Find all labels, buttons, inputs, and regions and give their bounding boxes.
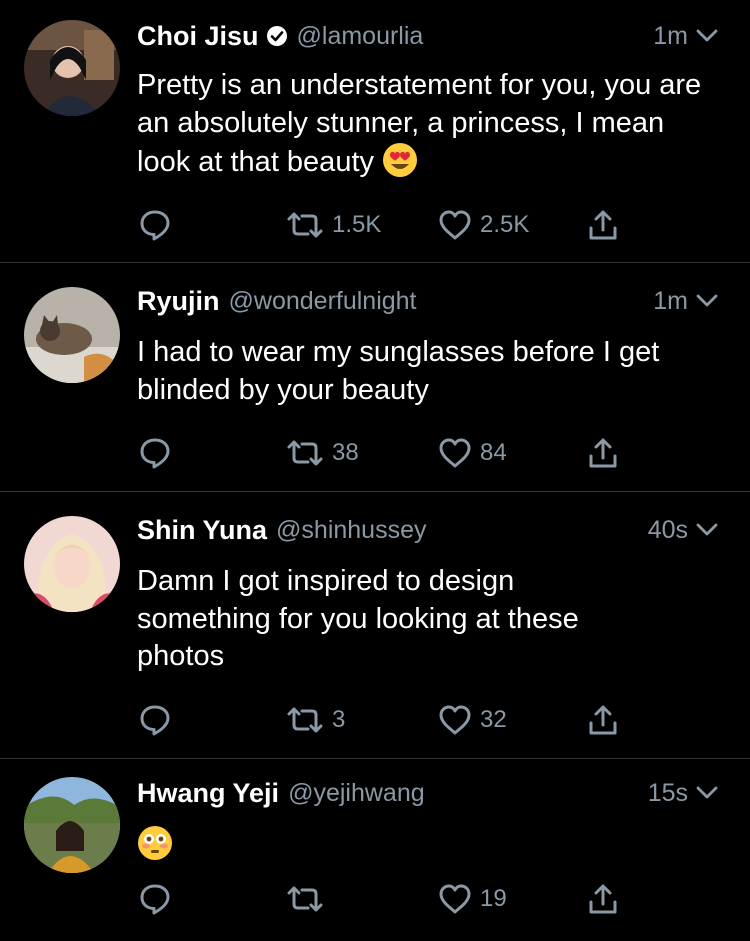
- timestamp: 1m: [653, 21, 688, 50]
- tweet-header: Choi Jisu @lamourlia 1m: [137, 20, 720, 52]
- like-button[interactable]: 84: [438, 433, 507, 473]
- heart-icon: [439, 884, 471, 914]
- tweet[interactable]: Hwang Yeji @yejihwang 15s 19: [0, 759, 750, 941]
- share-icon: [589, 438, 617, 468]
- tweet-text: Pretty is an understatement for you, you…: [137, 67, 710, 189]
- tweet-text-content: I had to wear my sunglasses before I get…: [137, 336, 660, 406]
- timestamp: 15s: [647, 778, 688, 807]
- display-name[interactable]: Hwang Yeji: [137, 778, 279, 809]
- like-count: 2.5K: [480, 211, 530, 238]
- share-icon: [589, 705, 617, 735]
- tweet-actions: 1.5K 2.5K: [0, 205, 750, 245]
- avatar[interactable]: [24, 777, 120, 873]
- tweet-actions: 38 84: [0, 433, 750, 473]
- retweet-icon: [287, 440, 323, 466]
- user-handle[interactable]: @yejihwang: [288, 779, 425, 808]
- display-name[interactable]: Choi Jisu: [137, 21, 259, 52]
- display-name[interactable]: Shin Yuna: [137, 515, 267, 546]
- avatar[interactable]: [24, 516, 120, 612]
- like-button[interactable]: 2.5K: [438, 205, 529, 245]
- user-handle[interactable]: @lamourlia: [297, 22, 424, 51]
- share-icon: [589, 884, 617, 914]
- heart-eyes-emoji-icon: [382, 142, 418, 189]
- like-count: 32: [480, 706, 507, 733]
- retweet-icon: [287, 886, 323, 912]
- tweet-text: Damn I got inspired to design something …: [137, 563, 650, 676]
- share-button[interactable]: [586, 879, 620, 919]
- retweet-button[interactable]: [286, 879, 332, 919]
- reply-button[interactable]: [138, 205, 180, 245]
- user-handle[interactable]: @wonderfulnight: [229, 287, 417, 316]
- retweet-count: 3: [332, 706, 346, 733]
- verified-badge-icon: [266, 25, 288, 47]
- avatar[interactable]: [24, 20, 120, 116]
- chevron-down-icon[interactable]: [694, 780, 720, 806]
- user-handle[interactable]: @shinhussey: [276, 516, 426, 545]
- timestamp: 1m: [653, 286, 688, 315]
- retweet-button[interactable]: 3: [286, 700, 345, 740]
- like-button[interactable]: 19: [438, 879, 507, 919]
- reply-feed: Choi Jisu @lamourlia 1m Pretty is an und…: [0, 0, 750, 941]
- retweet-icon: [287, 707, 323, 733]
- chevron-down-icon[interactable]: [694, 288, 720, 314]
- like-button[interactable]: 32: [438, 700, 507, 740]
- timestamp: 40s: [647, 515, 688, 544]
- tweet-header: Hwang Yeji @yejihwang 15s: [137, 777, 720, 809]
- heart-icon: [439, 705, 471, 735]
- retweet-button[interactable]: 1.5K: [286, 205, 381, 245]
- heart-icon: [439, 438, 471, 468]
- like-count: 84: [480, 439, 507, 466]
- retweet-button[interactable]: 38: [286, 433, 359, 473]
- flushed-face-emoji-icon: [137, 825, 173, 872]
- display-name[interactable]: Ryujin: [137, 286, 220, 317]
- share-button[interactable]: [586, 205, 620, 245]
- reply-icon: [140, 884, 170, 915]
- reply-icon: [140, 705, 170, 736]
- tweet[interactable]: Choi Jisu @lamourlia 1m Pretty is an und…: [0, 0, 750, 263]
- reply-button[interactable]: [138, 433, 180, 473]
- like-count: 19: [480, 885, 507, 912]
- chevron-down-icon[interactable]: [694, 517, 720, 543]
- share-icon: [589, 210, 617, 240]
- tweet-text-content: Damn I got inspired to design something …: [137, 565, 579, 672]
- retweet-icon: [287, 212, 323, 238]
- tweet-actions: 3 32: [0, 700, 750, 740]
- retweet-count: 1.5K: [332, 211, 382, 238]
- heart-icon: [439, 210, 471, 240]
- retweet-count: 38: [332, 439, 359, 466]
- tweet-text: [137, 825, 710, 872]
- tweet-header: Ryujin @wonderfulnight 1m: [137, 285, 720, 317]
- reply-icon: [140, 438, 170, 469]
- share-button[interactable]: [586, 700, 620, 740]
- tweet[interactable]: Ryujin @wonderfulnight 1m I had to wear …: [0, 263, 750, 492]
- tweet-actions: 19: [0, 879, 750, 919]
- chevron-down-icon[interactable]: [694, 23, 720, 49]
- tweet-header: Shin Yuna @shinhussey 40s: [137, 514, 720, 546]
- avatar[interactable]: [24, 287, 120, 383]
- tweet-text-content: Pretty is an understatement for you, you…: [137, 69, 702, 178]
- share-button[interactable]: [586, 433, 620, 473]
- reply-icon: [140, 210, 170, 241]
- tweet-text: I had to wear my sunglasses before I get…: [137, 334, 710, 409]
- reply-button[interactable]: [138, 879, 180, 919]
- reply-button[interactable]: [138, 700, 180, 740]
- tweet[interactable]: Shin Yuna @shinhussey 40s Damn I got ins…: [0, 492, 750, 759]
